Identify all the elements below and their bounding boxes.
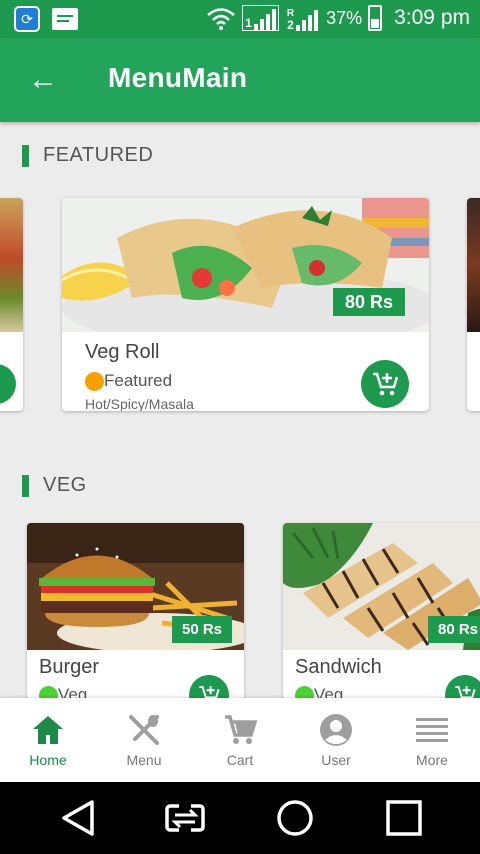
featured-card[interactable]: 80 Rs Veg Roll Featured Hot/Spicy/Masala <box>62 198 429 411</box>
price-badge: 80 Rs <box>428 616 480 643</box>
app-bar: ← MenuMain <box>0 38 480 122</box>
message-icon <box>52 8 78 30</box>
veg-header-label: VEG <box>43 474 87 496</box>
cart-icon <box>223 712 257 748</box>
veg-card-sandwich[interactable]: 80 Rs Sandwich Veg <box>283 523 480 723</box>
back-triangle-icon[interactable] <box>56 796 100 840</box>
add-to-cart-button[interactable] <box>361 360 409 408</box>
featured-header-label: FEATURED <box>43 144 154 166</box>
nav-label: Cart <box>226 752 254 768</box>
section-accent-bar <box>22 144 29 167</box>
notification-icons: ⟳ <box>14 6 78 32</box>
featured-dot-icon <box>85 371 104 391</box>
signal-sim1-icon: 1 <box>242 5 279 31</box>
user-icon <box>319 712 353 748</box>
battery-percent: 37% <box>326 7 363 28</box>
page-title: MenuMain <box>108 62 248 93</box>
nav-item-more[interactable]: More <box>384 698 480 782</box>
status-bar: ⟳ 1 R 2 37% 3:09 pm <box>0 0 480 38</box>
section-accent-bar <box>22 474 29 497</box>
add-cart-icon <box>373 372 399 396</box>
nav-item-user[interactable]: User <box>288 698 384 782</box>
swap-apps-icon[interactable] <box>163 796 207 840</box>
system-indicators: 1 R 2 37% 3:09 pm <box>206 5 470 31</box>
featured-card-prev[interactable] <box>0 198 23 411</box>
system-navigation-bar <box>0 782 480 854</box>
sync-app-icon: ⟳ <box>14 6 40 32</box>
nav-label: Home <box>29 752 67 768</box>
signal-sim2-icon: R 2 <box>285 5 320 31</box>
add-to-cart-icon[interactable] <box>0 364 16 404</box>
item-name: Sandwich <box>295 656 382 678</box>
price-badge: 50 Rs <box>172 616 232 643</box>
clock: 3:09 pm <box>394 6 470 29</box>
sim1-label: 1 <box>245 16 252 30</box>
featured-tag: Featured <box>85 371 172 391</box>
home-icon <box>31 712 65 748</box>
food-image <box>467 198 480 332</box>
battery-icon <box>368 5 383 31</box>
nav-label: More <box>416 752 448 768</box>
bottom-navigation: Home Menu Cart User More <box>0 698 480 782</box>
veg-section-header: VEG <box>22 474 87 497</box>
item-name: Veg Roll <box>85 341 160 363</box>
fork-spoon-icon <box>127 712 161 748</box>
menu-lines-icon <box>416 712 448 748</box>
featured-section-header: FEATURED <box>22 144 153 167</box>
home-circle-icon[interactable] <box>273 796 317 840</box>
veg-card-burger[interactable]: 50 Rs Burger Veg <box>27 523 244 723</box>
wifi-icon <box>207 8 235 30</box>
nav-label: Menu <box>126 752 162 768</box>
featured-tag-label: Featured <box>104 371 173 390</box>
nav-item-menu[interactable]: Menu <box>96 698 192 782</box>
nav-item-home[interactable]: Home <box>0 698 96 782</box>
item-subtag: Hot/Spicy/Masala <box>85 396 194 411</box>
item-name: Burger <box>39 656 100 678</box>
arrow-left-icon[interactable]: ← <box>26 60 60 100</box>
recents-square-icon[interactable] <box>382 796 426 840</box>
nav-label: User <box>321 752 351 768</box>
price-badge: 80 Rs <box>333 288 405 316</box>
sim2-label: 2 <box>287 18 294 32</box>
featured-card-next[interactable] <box>467 198 480 411</box>
food-image <box>0 198 23 332</box>
nav-item-cart[interactable]: Cart <box>192 698 288 782</box>
